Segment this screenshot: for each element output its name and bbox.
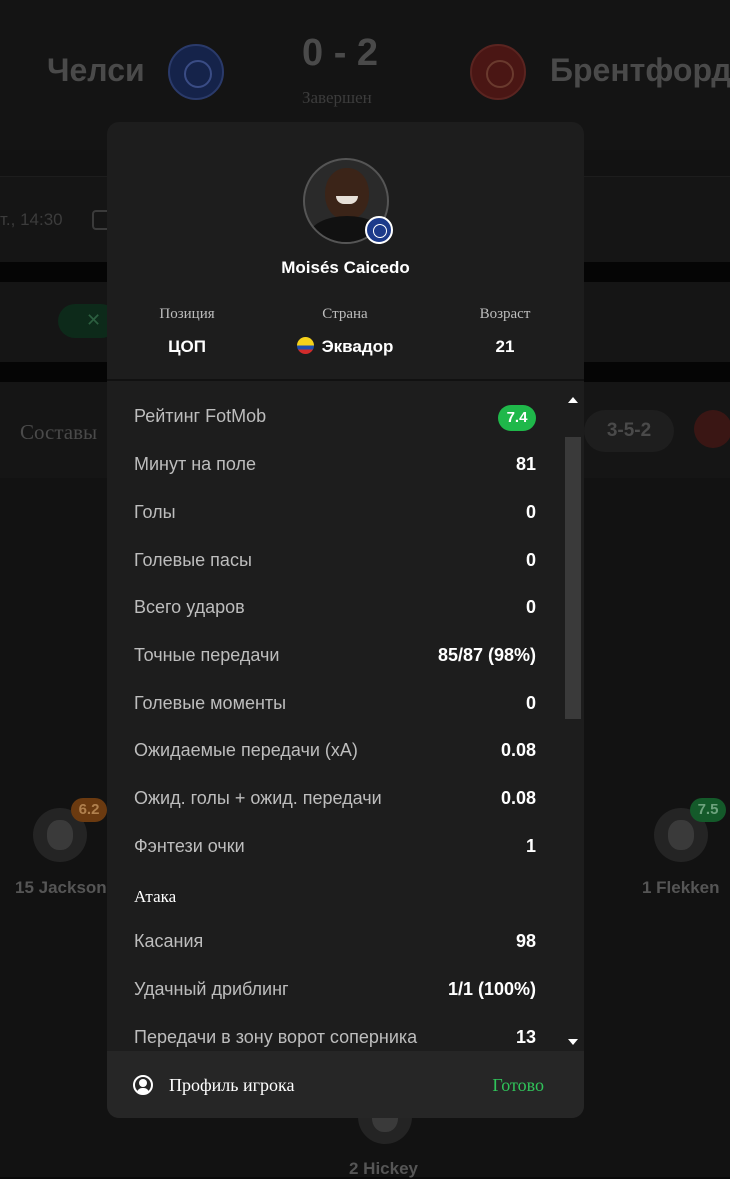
section-heading-attack: Атака xyxy=(134,887,177,906)
stat-row: Голевые моменты 0 xyxy=(134,680,536,728)
stat-label: Точные передачи xyxy=(134,645,280,665)
stat-value: 0 xyxy=(525,550,536,570)
stat-value: 0.08 xyxy=(500,788,536,808)
match-status: Завершен xyxy=(302,88,372,107)
match-time: т., 14:30 xyxy=(0,210,63,229)
player-name-title: Moisés Caicedo xyxy=(281,258,410,277)
stat-row: Голевые пасы 0 xyxy=(134,537,536,585)
stat-label: Фэнтези очки xyxy=(134,836,245,856)
stat-row: Точные передачи 85/87 (98%) xyxy=(134,632,536,680)
stat-row-rating: Рейтинг FotMob 7.4 xyxy=(134,393,536,441)
stat-row: Ожидаемые передачи (xA) 0.08 xyxy=(134,727,536,775)
stat-label: Передачи в зону ворот соперника xyxy=(134,1027,418,1047)
stat-label: Ожид. голы + ожид. передачи xyxy=(134,788,382,808)
stat-value: 13 xyxy=(515,1027,536,1047)
scroll-down-arrow-icon[interactable] xyxy=(568,1039,578,1045)
stat-row: Минут на поле 81 xyxy=(134,441,536,489)
stat-label: Голы xyxy=(134,502,176,522)
stat-row: Голы 0 xyxy=(134,489,536,537)
brentford-crest-icon[interactable] xyxy=(470,44,526,100)
scroll-up-arrow-icon[interactable] xyxy=(568,397,578,403)
info-label: Позиция xyxy=(159,306,215,322)
chelsea-crest-icon[interactable] xyxy=(168,44,224,100)
player-rating-badge: 6.2 xyxy=(71,798,107,822)
stat-label: Касания xyxy=(134,931,204,951)
done-button[interactable]: Готово xyxy=(492,1075,544,1096)
ecuador-flag-icon xyxy=(296,337,314,354)
stat-value: 1/1 (100%) xyxy=(447,979,536,999)
info-label: Страна xyxy=(322,306,368,322)
player-stats-modal: Moisés Caicedo Позиция ЦОП Страна Эквадо… xyxy=(107,122,584,1118)
stat-label: Удачный дриблинг xyxy=(134,979,289,999)
stat-value: 85/87 (98%) xyxy=(437,645,536,665)
stat-value: 1 xyxy=(525,836,536,856)
player-name[interactable]: 2 Hickey xyxy=(349,1159,418,1179)
stats-list[interactable]: Рейтинг FotMob 7.4 Минут на поле 81 Голы… xyxy=(107,381,584,1051)
away-team-name[interactable]: Брентфорд xyxy=(550,52,730,89)
info-value: ЦОП xyxy=(168,337,206,356)
stat-label: Голевые моменты xyxy=(134,693,287,713)
lineups-title: Составы xyxy=(20,420,98,444)
formation-badge: 3-5-2 xyxy=(584,410,674,452)
stat-row: Передачи в зону ворот соперника 13 xyxy=(134,1014,536,1051)
home-team-name[interactable]: Челси xyxy=(47,52,145,89)
info-value: 21 xyxy=(495,337,515,356)
chelsea-badge-icon xyxy=(365,216,393,244)
user-profile-icon[interactable] xyxy=(133,1075,153,1095)
info-age: Возраст 21 xyxy=(425,306,584,357)
stat-label: Всего ударов xyxy=(134,597,245,617)
stat-row: Удачный дриблинг 1/1 (100%) xyxy=(134,966,536,1014)
stat-row: Всего ударов 0 xyxy=(134,584,536,632)
stat-label: Рейтинг FotMob xyxy=(134,406,267,426)
scrollbar-thumb[interactable] xyxy=(565,437,581,719)
rating-badge: 7.4 xyxy=(498,405,536,431)
info-country: Страна Эквадор xyxy=(265,306,425,357)
modal-footer: Профиль игрока Готово xyxy=(107,1051,584,1118)
player-profile-link[interactable]: Профиль игрока xyxy=(169,1075,294,1096)
stat-value: 0 xyxy=(525,502,536,522)
stat-label: Минут на поле xyxy=(134,454,257,474)
stat-label: Голевые пасы xyxy=(134,550,252,570)
match-score: 0 - 2 xyxy=(302,32,379,74)
stat-value: 0 xyxy=(525,597,536,617)
info-value: Эквадор xyxy=(321,337,394,356)
stat-value: 81 xyxy=(515,454,536,474)
stat-value: 0 xyxy=(525,693,536,713)
scrollbar[interactable] xyxy=(564,393,582,1051)
info-position: Позиция ЦОП xyxy=(107,306,267,357)
stat-row: Фэнтези очки 1 xyxy=(134,823,536,871)
stat-row: Касания 98 xyxy=(134,918,536,966)
stat-value: 98 xyxy=(515,931,536,951)
stat-label: Ожидаемые передачи (xA) xyxy=(134,740,358,760)
info-label: Возраст xyxy=(479,306,531,322)
player-name[interactable]: 1 Flekken xyxy=(642,878,720,898)
close-icon: ✕ xyxy=(86,310,102,330)
player-rating-badge: 7.5 xyxy=(690,798,726,822)
brentford-crest-icon xyxy=(694,410,730,448)
player-name[interactable]: 15 Jackson xyxy=(15,878,107,898)
stat-value: 0.08 xyxy=(500,740,536,760)
stat-row: Ожид. голы + ожид. передачи 0.08 xyxy=(134,775,536,823)
